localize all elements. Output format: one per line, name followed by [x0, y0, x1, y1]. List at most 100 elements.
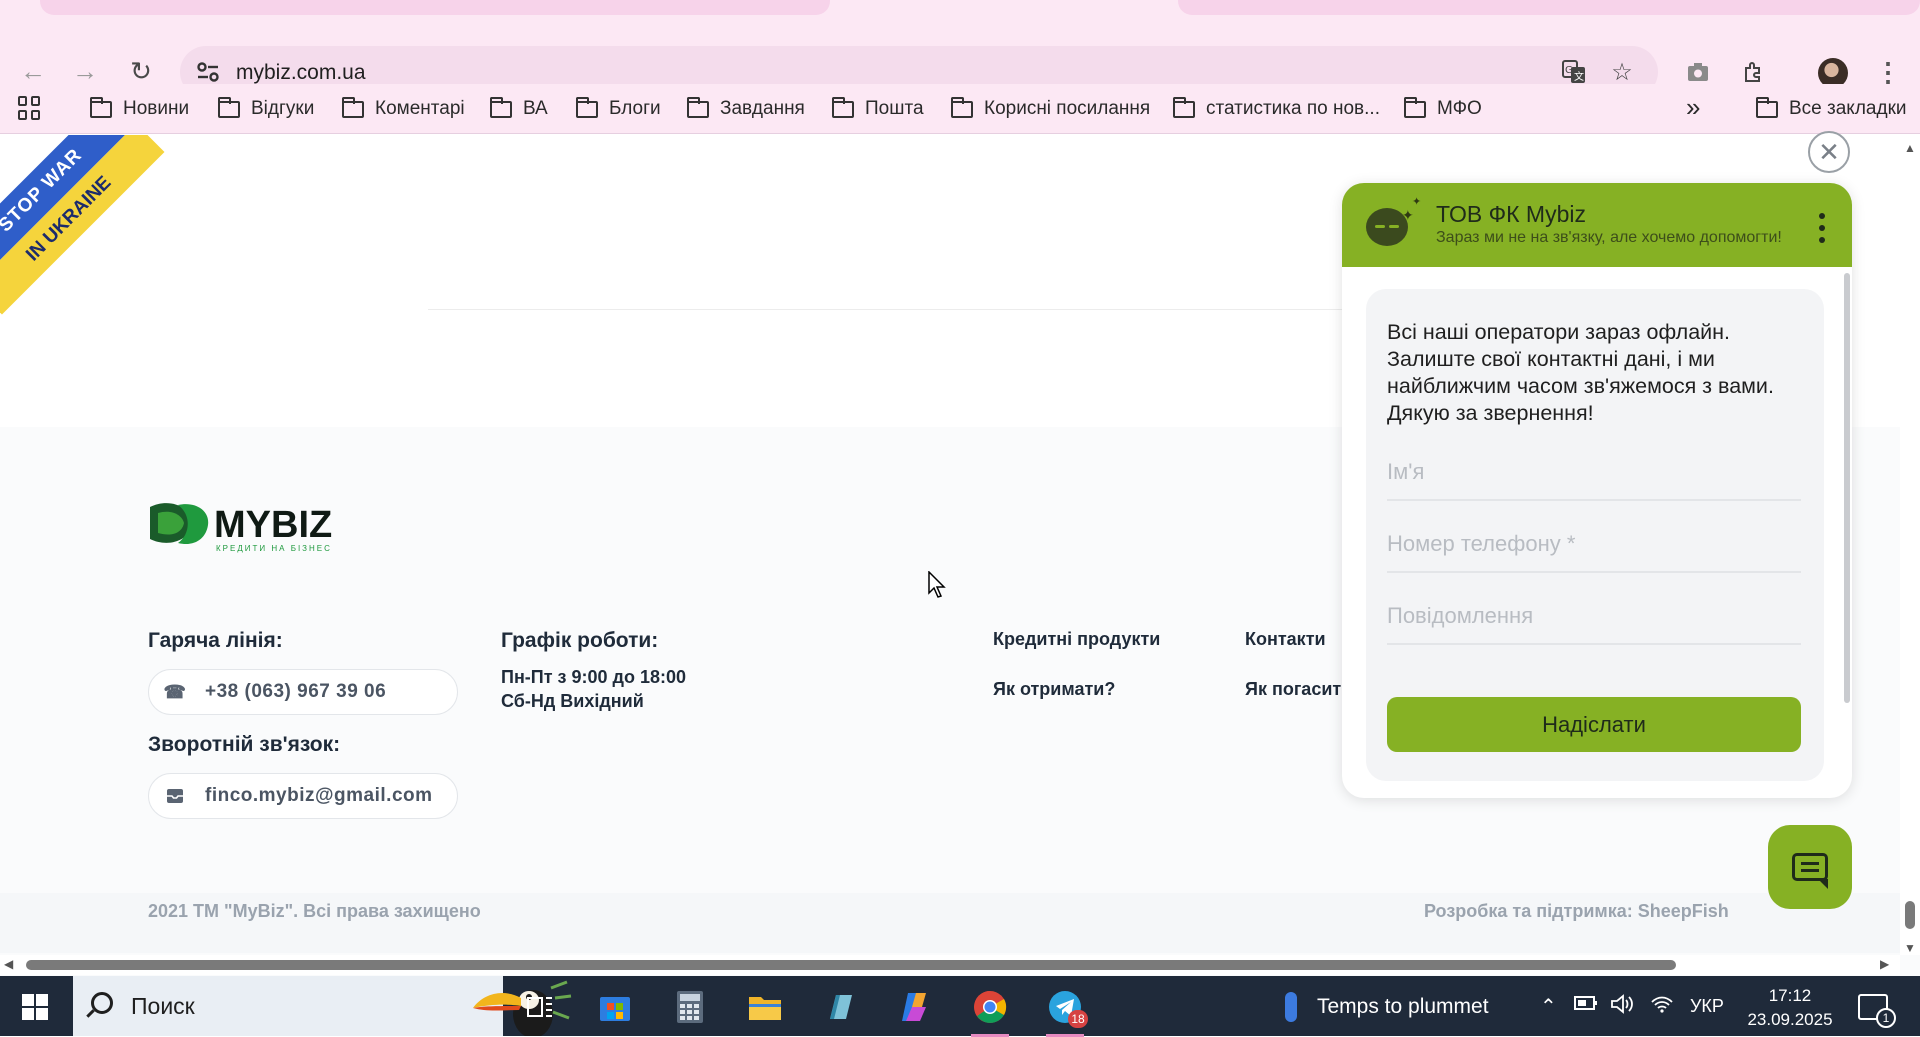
site-settings-icon[interactable] — [194, 58, 222, 86]
phone-field[interactable]: Номер телефону * — [1387, 523, 1801, 573]
horizontal-scroll-thumb[interactable] — [26, 960, 1676, 970]
chat-bubble-icon — [1792, 853, 1828, 889]
offline-message: Всі наші оператори зараз офлайн. Залиште… — [1387, 320, 1774, 425]
schedule-weekdays: Пн-Пт з 9:00 до 18:00 — [501, 667, 686, 687]
browser-tab[interactable] — [40, 0, 830, 15]
windows-taskbar: Поиск 18 Temps to plummet ⌃ УКР 17:12 23… — [0, 976, 1920, 1037]
chat-widget: ✦ ✦ ТОВ ФК Mybiz Зараз ми не на зв'язку,… — [1342, 183, 1852, 798]
message-field[interactable]: Повідомлення — [1387, 595, 1801, 645]
svg-text:G: G — [1565, 65, 1573, 76]
url-text[interactable]: mybiz.com.ua — [236, 61, 366, 85]
chat-title: ТОВ ФК Mybiz — [1436, 201, 1586, 227]
bookmark-folder[interactable]: статистика по нов... — [1173, 96, 1380, 122]
scroll-left-icon[interactable]: ◀ — [4, 957, 13, 971]
copilot-icon[interactable] — [892, 984, 938, 1030]
folder-icon — [342, 96, 364, 118]
scroll-right-icon[interactable]: ▶ — [1880, 957, 1889, 971]
footer-link-how-to-get[interactable]: Як отримати? — [993, 679, 1115, 700]
browser-tab[interactable] — [1178, 0, 1920, 15]
folder-icon — [218, 96, 240, 118]
volume-icon[interactable] — [1610, 994, 1634, 1020]
bookmark-folder[interactable]: Корисні посилання — [951, 96, 1150, 122]
weather-widget[interactable]: Temps to plummet — [1285, 992, 1489, 1022]
svg-text:MYBIZ: MYBIZ — [214, 504, 332, 546]
taskbar-search[interactable]: Поиск — [73, 976, 572, 1036]
vertical-scroll-thumb[interactable] — [1905, 901, 1915, 929]
bookmark-star-icon[interactable]: ☆ — [1608, 58, 1636, 86]
sparkle-icon: ✦ — [1402, 207, 1414, 223]
chat-menu-icon[interactable] — [1812, 213, 1832, 243]
clock-date: 23.09.2025 — [1747, 1010, 1833, 1029]
microsoft-store-icon[interactable] — [592, 984, 638, 1030]
name-field[interactable]: Ім'я — [1387, 451, 1801, 501]
network-icon[interactable] — [1650, 994, 1674, 1020]
bookmark-folder[interactable]: МФО — [1404, 96, 1482, 122]
task-view-icon[interactable] — [517, 984, 563, 1030]
developer-link[interactable]: Розробка та підтримка: SheepFish — [1424, 901, 1729, 922]
hotline-title: Гаряча лінія: — [148, 629, 283, 652]
footer-link-credit-products[interactable]: Кредитні продукти — [993, 629, 1160, 650]
scroll-up-icon[interactable]: ▲ — [1904, 141, 1916, 155]
folder-icon — [1173, 96, 1195, 118]
phone-icon: ☎ — [163, 681, 187, 702]
folder-icon — [832, 96, 854, 118]
send-button[interactable]: Надіслати — [1387, 697, 1801, 752]
telegram-icon[interactable]: 18 — [1042, 984, 1088, 1037]
folder-icon — [687, 96, 709, 118]
all-bookmarks-button[interactable]: Все закладки — [1756, 96, 1907, 122]
stop-war-banner[interactable]: STOP WAR IN UKRAINE — [0, 135, 165, 315]
svg-text:文: 文 — [1574, 70, 1584, 83]
apps-grid-icon[interactable] — [18, 96, 42, 120]
file-explorer-icon[interactable] — [742, 984, 788, 1030]
svg-text:КРЕДИТИ НА БІЗНЕС: КРЕДИТИ НА БІЗНЕС — [216, 544, 332, 553]
mouse-cursor-icon — [928, 571, 946, 598]
folder-icon — [90, 96, 112, 118]
calculator-icon[interactable] — [667, 984, 713, 1030]
bookmark-folder[interactable]: Пошта — [832, 96, 924, 122]
bookmark-folder[interactable]: Завдання — [687, 96, 805, 122]
folder-icon — [1756, 96, 1778, 118]
folder-icon — [576, 96, 598, 118]
folder-icon — [490, 96, 512, 118]
language-indicator[interactable]: УКР — [1690, 996, 1724, 1017]
chat-header: ✦ ✦ ТОВ ФК Mybiz Зараз ми не на зв'язку,… — [1342, 183, 1852, 267]
horizontal-scrollbar[interactable]: ◀ ▶ — [0, 955, 1900, 975]
bookmark-folder[interactable]: ВА — [490, 96, 548, 122]
mail-icon — [163, 784, 187, 808]
chat-toggle-button[interactable] — [1768, 825, 1852, 909]
phone-link[interactable]: ☎ +38 (063) 967 39 06 — [148, 669, 458, 715]
footer-link-how-to-repay[interactable]: Як погасит — [1245, 679, 1341, 700]
windows-start-icon[interactable] — [22, 994, 48, 1020]
tray-overflow-icon[interactable]: ⌃ — [1540, 994, 1557, 1019]
telegram-badge: 18 — [1068, 1010, 1088, 1028]
sparkle-icon: ✦ — [1412, 196, 1422, 208]
bookmarks-overflow-button[interactable]: » — [1686, 92, 1700, 122]
mybiz-logo[interactable]: MYBIZ КРЕДИТИ НА БІЗНЕС — [148, 495, 358, 555]
folder-icon — [951, 96, 973, 118]
vertical-scrollbar[interactable]: ▲ ▼ — [1900, 135, 1920, 955]
scroll-down-icon[interactable]: ▼ — [1904, 941, 1916, 955]
translate-icon[interactable]: 文G — [1560, 58, 1588, 86]
email-link[interactable]: finco.mybiz@gmail.com — [148, 773, 458, 819]
copyright-text: 2021 ТМ "MyBiz". Всі права захищено — [148, 901, 481, 921]
chat-close-button[interactable]: ✕ — [1808, 131, 1850, 173]
schedule-title: Графік роботи: — [501, 629, 659, 652]
search-icon — [91, 992, 113, 1014]
bookmark-folder[interactable]: Коментарі — [342, 96, 465, 122]
search-label: Поиск — [131, 993, 195, 1019]
clock-time: 17:12 — [1768, 986, 1812, 1005]
weather-text: Temps to plummet — [1317, 995, 1489, 1018]
bookmark-folder[interactable]: Відгуки — [218, 96, 314, 122]
chat-subtitle: Зараз ми не на зв'язку, але хочемо допом… — [1436, 229, 1782, 246]
chat-form: Всі наші оператори зараз офлайн. Залиште… — [1366, 289, 1824, 781]
notification-count: 1 — [1876, 1008, 1896, 1028]
battery-icon[interactable] — [1574, 994, 1598, 1017]
notification-center-icon[interactable]: 1 — [1858, 994, 1896, 1028]
system-clock[interactable]: 17:12 23.09.2025 — [1740, 984, 1840, 1032]
chrome-icon[interactable] — [967, 984, 1013, 1037]
notes-app-icon[interactable] — [817, 984, 863, 1030]
bookmark-folder[interactable]: Блоги — [576, 96, 661, 122]
footer-link-contacts[interactable]: Контакти — [1245, 629, 1326, 650]
chat-scrollbar[interactable] — [1844, 273, 1850, 703]
bookmark-folder[interactable]: Новини — [90, 96, 189, 122]
